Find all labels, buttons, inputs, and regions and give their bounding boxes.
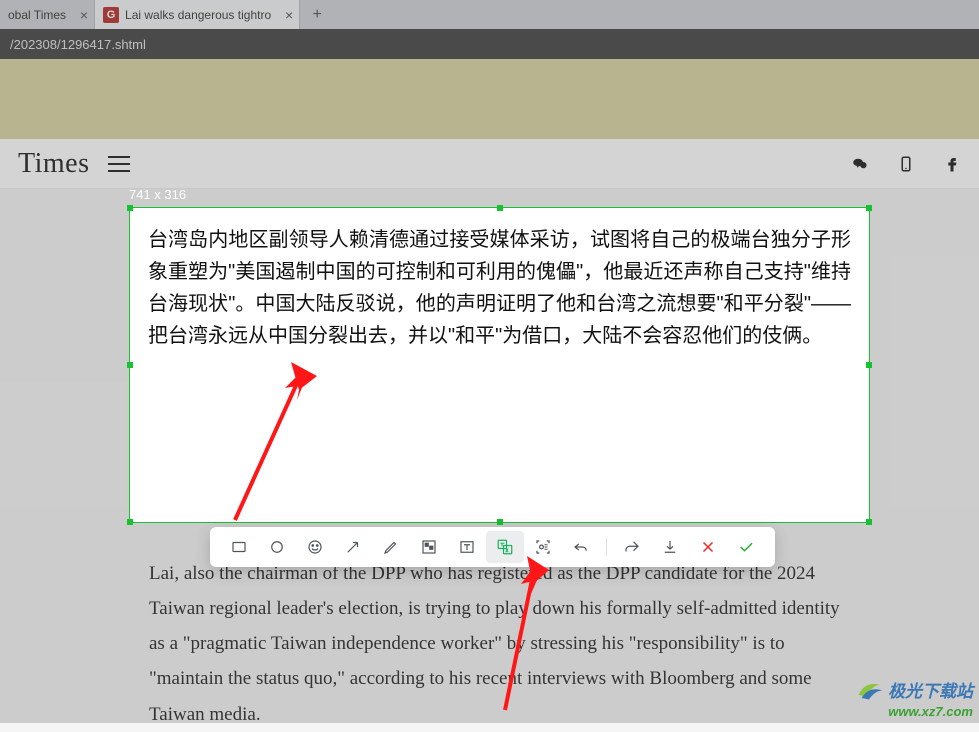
emoji-tool-button[interactable]: [296, 531, 334, 563]
resize-handle[interactable]: [866, 205, 872, 211]
annotation-arrow: [485, 550, 575, 720]
resize-handle[interactable]: [866, 519, 872, 525]
close-icon[interactable]: ×: [80, 7, 88, 23]
annotation-arrow: [225, 350, 425, 530]
masthead: Times: [18, 148, 90, 180]
watermark-brand: 极光下载站: [888, 677, 973, 702]
tab-global-times[interactable]: obal Times ×: [0, 0, 95, 29]
tab-lai-walks[interactable]: G Lai walks dangerous tightro ×: [95, 0, 300, 29]
arrow-tool-button[interactable]: [334, 531, 372, 563]
browser-tabstrip: obal Times × G Lai walks dangerous tight…: [0, 0, 979, 29]
facebook-icon[interactable]: [943, 155, 961, 173]
resize-handle[interactable]: [127, 362, 133, 368]
header-social-icons: [851, 155, 961, 173]
new-tab-button[interactable]: +: [300, 0, 334, 29]
watermark-logo-icon: [854, 674, 884, 704]
rectangle-tool-button[interactable]: [220, 531, 258, 563]
mosaic-tool-button[interactable]: [410, 531, 448, 563]
toolbar-separator: [606, 538, 607, 556]
tab-label: Lai walks dangerous tightro: [125, 8, 271, 22]
watermark-url: www.xz7.com: [854, 704, 973, 719]
url-text: /202308/1296417.shtml: [10, 37, 146, 52]
cancel-button[interactable]: [689, 531, 727, 563]
page-banner: [0, 59, 979, 139]
circle-tool-button[interactable]: [258, 531, 296, 563]
tab-label: obal Times: [8, 8, 66, 22]
favicon-icon: G: [103, 7, 119, 23]
capture-dimensions-label: 741 x 316: [129, 187, 186, 202]
share-button[interactable]: [613, 531, 651, 563]
resize-handle[interactable]: [497, 205, 503, 211]
wechat-icon[interactable]: [851, 155, 869, 173]
pen-tool-button[interactable]: [372, 531, 410, 563]
close-icon[interactable]: ×: [285, 7, 293, 23]
resize-handle[interactable]: [866, 362, 872, 368]
site-header: Times: [0, 139, 979, 189]
url-bar[interactable]: /202308/1296417.shtml: [0, 29, 979, 59]
confirm-button[interactable]: [727, 531, 765, 563]
resize-handle[interactable]: [127, 205, 133, 211]
save-button[interactable]: [651, 531, 689, 563]
resize-handle[interactable]: [497, 519, 503, 525]
resize-handle[interactable]: [127, 519, 133, 525]
watermark: 极光下载站 www.xz7.com: [854, 674, 973, 719]
page-content: Times: [0, 59, 979, 189]
menu-icon[interactable]: [108, 156, 130, 172]
mobile-icon[interactable]: [897, 155, 915, 173]
capture-translated-text: 台湾岛内地区副领导人赖清德通过接受媒体采访，试图将自己的极端台独分子形象重塑为"…: [130, 208, 869, 368]
text-tool-button[interactable]: [448, 531, 486, 563]
